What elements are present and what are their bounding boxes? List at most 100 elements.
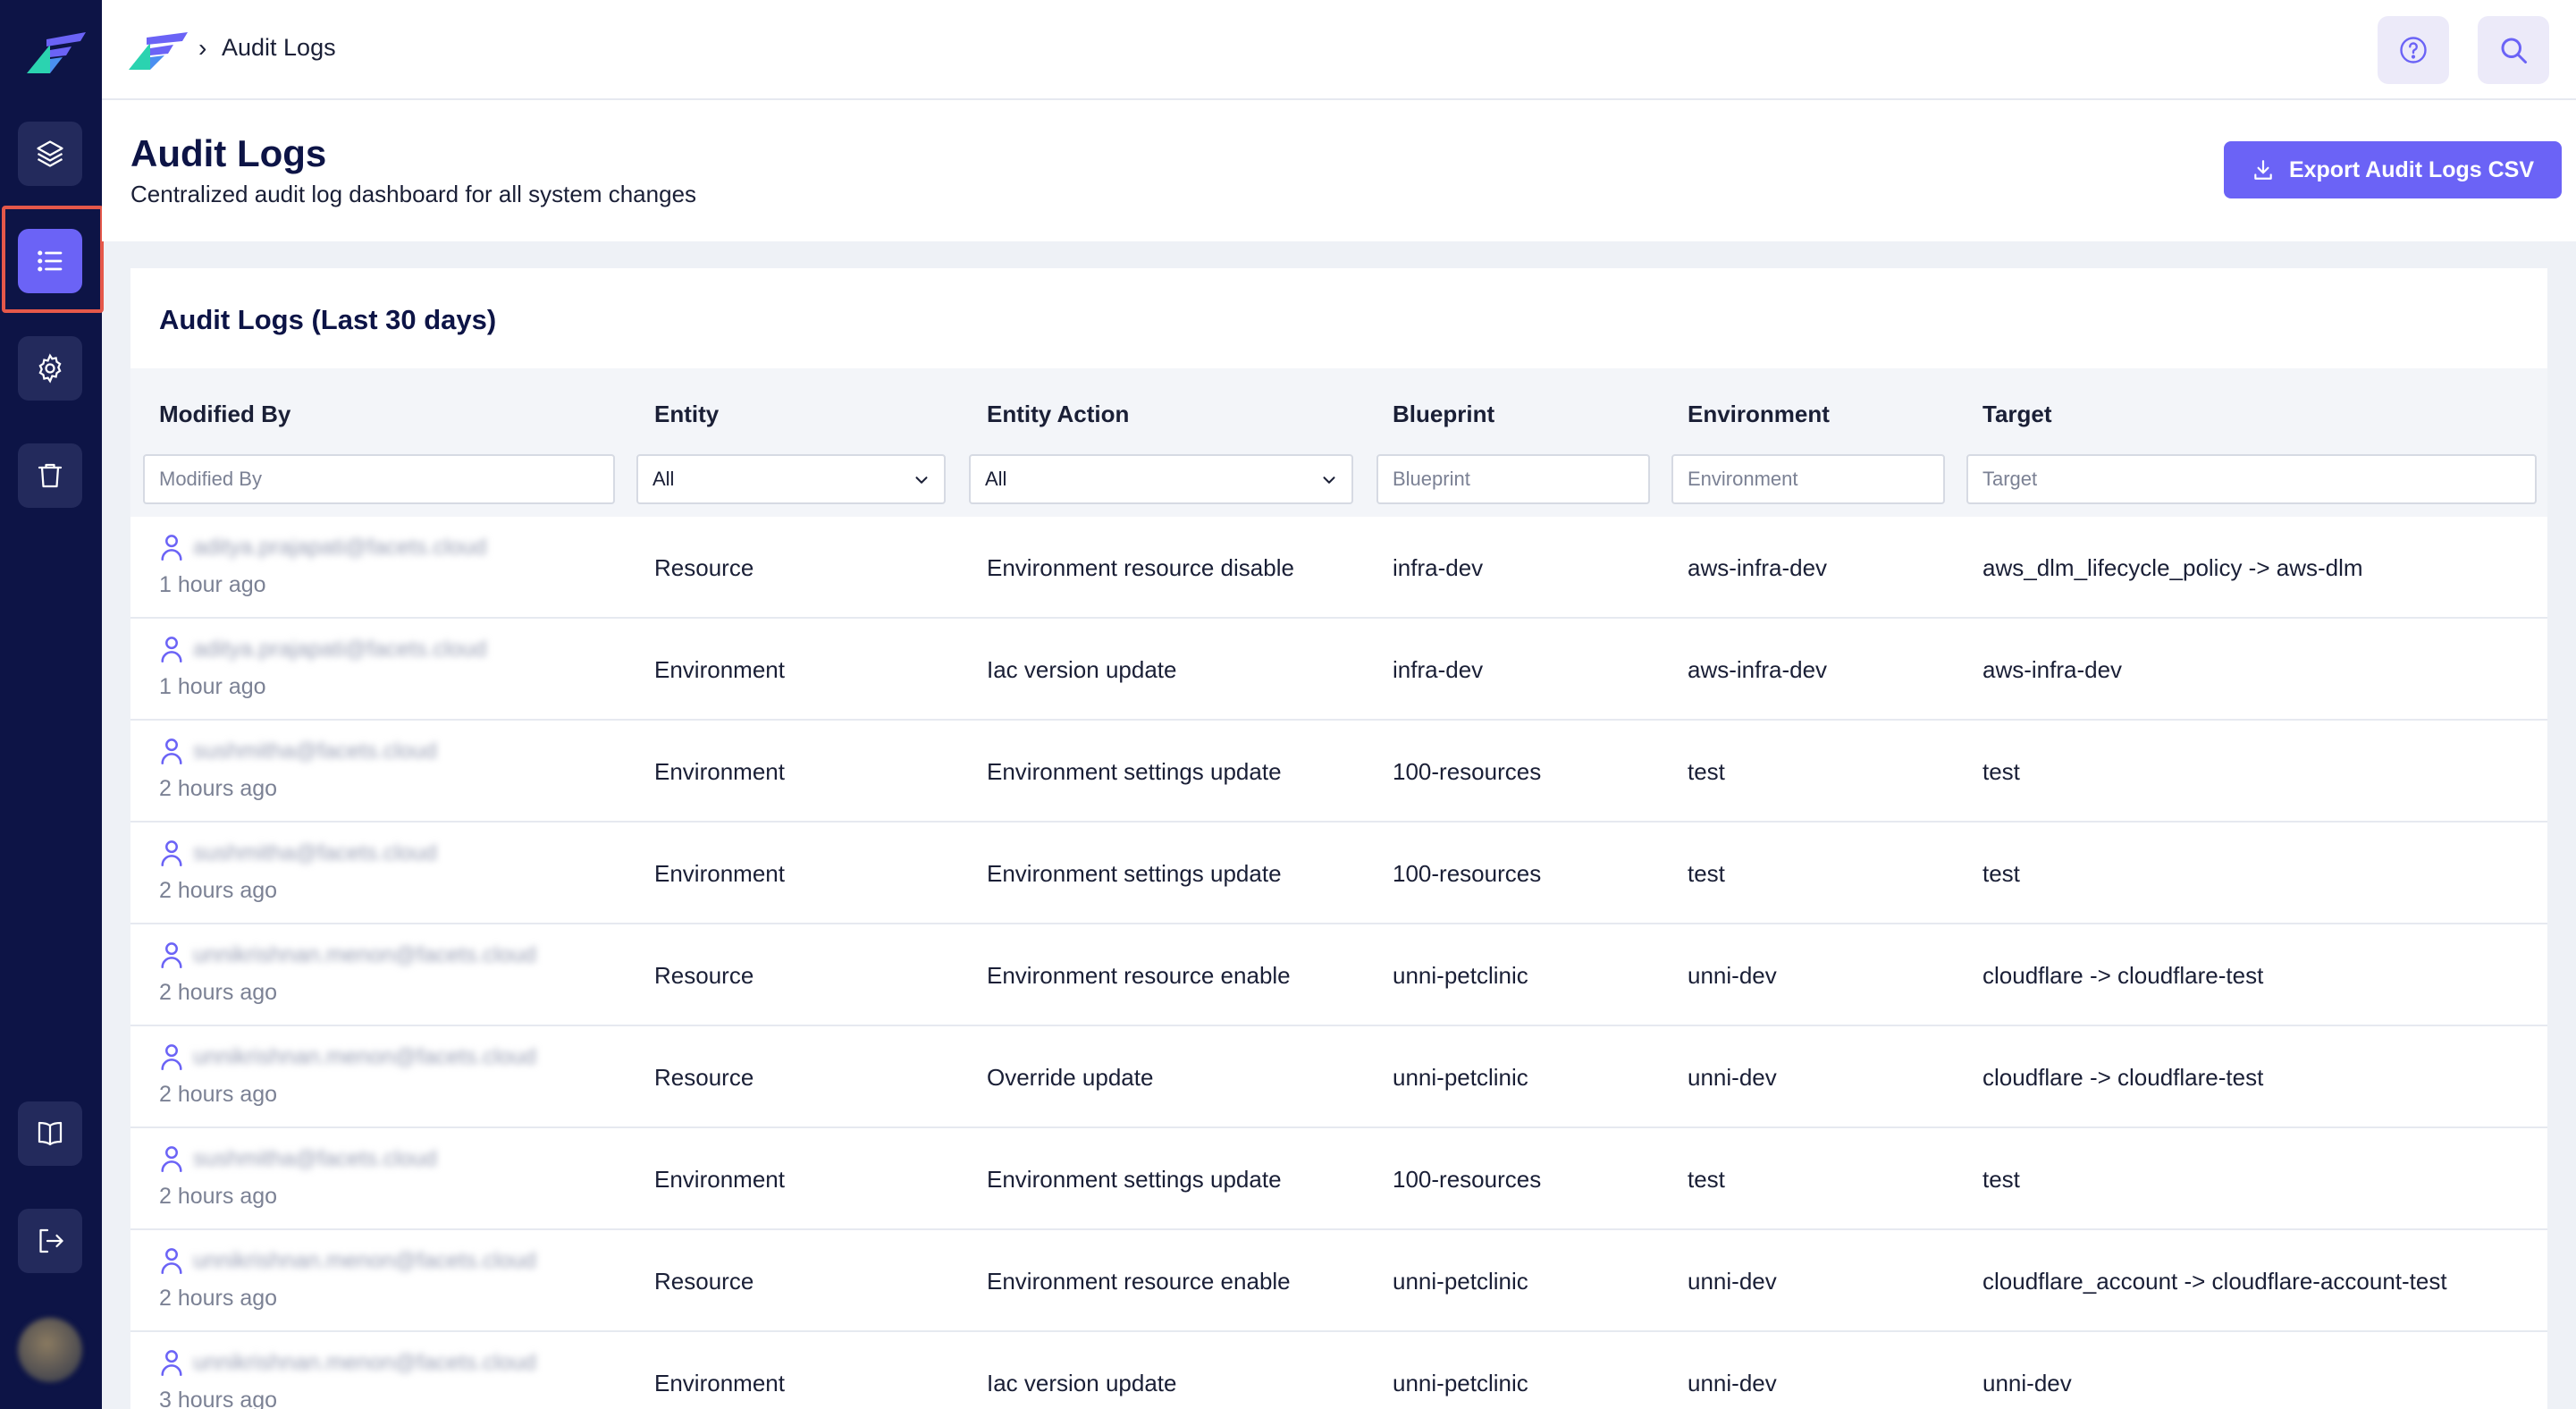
chevron-down-icon [1323,477,1335,484]
search-icon [2501,38,2527,63]
logout-icon [39,1228,63,1253]
entity-cell: Environment [654,1370,785,1396]
avatar[interactable] [18,1318,82,1382]
entity-action-filter-value: All [985,468,1007,490]
blueprint-cell: 100-resources [1393,758,1542,785]
sidebar-item-settings[interactable] [18,336,82,401]
entity-filter-select[interactable]: All [636,454,946,504]
column-header-entity-action[interactable]: Entity Action [987,401,1129,428]
user-icon [161,738,182,764]
entity-action-cell: Environment resource enable [987,1268,1291,1295]
selection-highlight [2,206,104,313]
entity-cell: Resource [654,962,754,989]
column-header-target[interactable]: Target [1983,401,2052,428]
modified-by-email: sushmitha@facets.cloud [193,1146,437,1171]
table-row[interactable]: unnikrishnan.menon@facets.cloud 2 hours … [130,1026,2547,1128]
blueprint-cell: infra-dev [1393,656,1484,683]
export-csv-label: Export Audit Logs CSV [2288,156,2535,182]
modified-by-email: unnikrishnan.menon@facets.cloud [193,1044,536,1069]
book-icon [38,1121,63,1146]
blueprint-cell: infra-dev [1393,554,1484,581]
breadcrumb-current: Audit Logs [222,34,336,61]
table-row[interactable]: aditya.prajapati@facets.cloud 1 hour ago… [130,517,2547,619]
sidebar-item-logout[interactable] [18,1209,82,1273]
layers-icon [37,140,63,167]
environment-cell: test [1688,758,1725,785]
page-subtitle: Centralized audit log dashboard for all … [130,181,697,207]
column-header-environment[interactable]: Environment [1688,401,1830,428]
modified-by-email: unnikrishnan.menon@facets.cloud [193,942,536,967]
blueprint-cell: unni-petclinic [1393,1268,1528,1295]
table-row[interactable]: aditya.prajapati@facets.cloud 1 hour ago… [130,619,2547,721]
search-button[interactable] [2478,16,2549,84]
card-title: Audit Logs (Last 30 days) [159,304,497,335]
blueprint-cell: unni-petclinic [1393,962,1528,989]
table-row[interactable]: unnikrishnan.menon@facets.cloud 2 hours … [130,1230,2547,1332]
top-bar [102,0,2576,100]
user-icon [161,840,182,866]
user-icon [161,942,182,968]
sidebar [0,0,104,1409]
modified-time: 2 hours ago [159,776,278,801]
facets-logo-header[interactable] [129,32,188,70]
blueprint-cell: 100-resources [1393,1166,1542,1193]
entity-cell: Environment [654,758,785,785]
environment-cell: aws-infra-dev [1688,656,1828,683]
column-header-blueprint[interactable]: Blueprint [1393,401,1494,428]
entity-cell: Environment [654,1166,785,1193]
modified-time: 2 hours ago [159,1184,278,1209]
entity-cell: Resource [654,554,754,581]
entity-action-cell: Environment settings update [987,1166,1282,1193]
modified-time: 1 hour ago [159,572,266,597]
help-button[interactable] [2378,16,2449,84]
gear-icon [38,353,62,384]
user-icon [161,1044,182,1070]
environment-filter-input[interactable]: Environment [1671,454,1945,504]
chevron-down-icon [915,477,928,484]
column-header-modified-by[interactable]: Modified By [159,401,290,428]
entity-action-filter-select[interactable]: All [969,454,1353,504]
environment-cell: unni-dev [1688,1064,1777,1091]
table-row[interactable]: sushmitha@facets.cloud 2 hours ago Envir… [130,721,2547,823]
environment-cell: unni-dev [1688,1268,1777,1295]
modified-time: 2 hours ago [159,1082,278,1107]
blueprint-filter-input[interactable]: Blueprint [1376,454,1650,504]
export-csv-button[interactable]: Export Audit Logs CSV [2224,141,2562,198]
sidebar-item-trash[interactable] [18,443,82,508]
user-icon [161,1146,182,1172]
entity-action-cell: Environment settings update [987,758,1282,785]
entity-action-cell: Iac version update [987,1370,1177,1396]
target-cell: aws_dlm_lifecycle_policy -> aws-dlm [1983,554,2363,581]
modified-time: 2 hours ago [159,878,278,903]
modified-time: 2 hours ago [159,1286,278,1311]
trash-icon [38,463,63,488]
target-cell: test [1983,758,2020,785]
user-icon [161,1350,182,1376]
target-cell: cloudflare_account -> cloudflare-account… [1983,1268,2447,1295]
table-row[interactable]: unnikrishnan.menon@facets.cloud 3 hours … [130,1332,2547,1409]
table-body: aditya.prajapati@facets.cloud 1 hour ago… [130,517,2547,1409]
table-row[interactable]: sushmitha@facets.cloud 2 hours ago Envir… [130,823,2547,924]
entity-action-cell: Override update [987,1064,1154,1091]
modified-by-email: unnikrishnan.menon@facets.cloud [193,1350,536,1375]
table-row[interactable]: unnikrishnan.menon@facets.cloud 2 hours … [130,924,2547,1026]
sidebar-item-blueprints[interactable] [18,122,82,186]
entity-action-cell: Iac version update [987,656,1177,683]
blueprint-cell: unni-petclinic [1393,1064,1528,1091]
entity-action-cell: Environment settings update [987,860,1282,887]
column-header-entity[interactable]: Entity [654,401,719,428]
download-icon [2254,160,2272,180]
modified-by-filter-input[interactable]: Modified By [143,454,615,504]
sidebar-item-docs[interactable] [18,1101,82,1166]
user-icon [161,535,182,561]
table-row[interactable]: sushmitha@facets.cloud 2 hours ago Envir… [130,1128,2547,1230]
blueprint-cell: 100-resources [1393,860,1542,887]
modified-by-email: aditya.prajapati@facets.cloud [193,535,487,560]
target-cell: test [1983,1166,2020,1193]
target-cell: cloudflare -> cloudflare-test [1983,1064,2264,1091]
page-header [102,100,2576,241]
audit-logs-card: Audit Logs (Last 30 days) Modified By En… [130,268,2547,1409]
facets-logo[interactable] [27,32,86,73]
modified-by-email: sushmitha@facets.cloud [193,840,437,865]
target-filter-input[interactable]: Target [1966,454,2537,504]
